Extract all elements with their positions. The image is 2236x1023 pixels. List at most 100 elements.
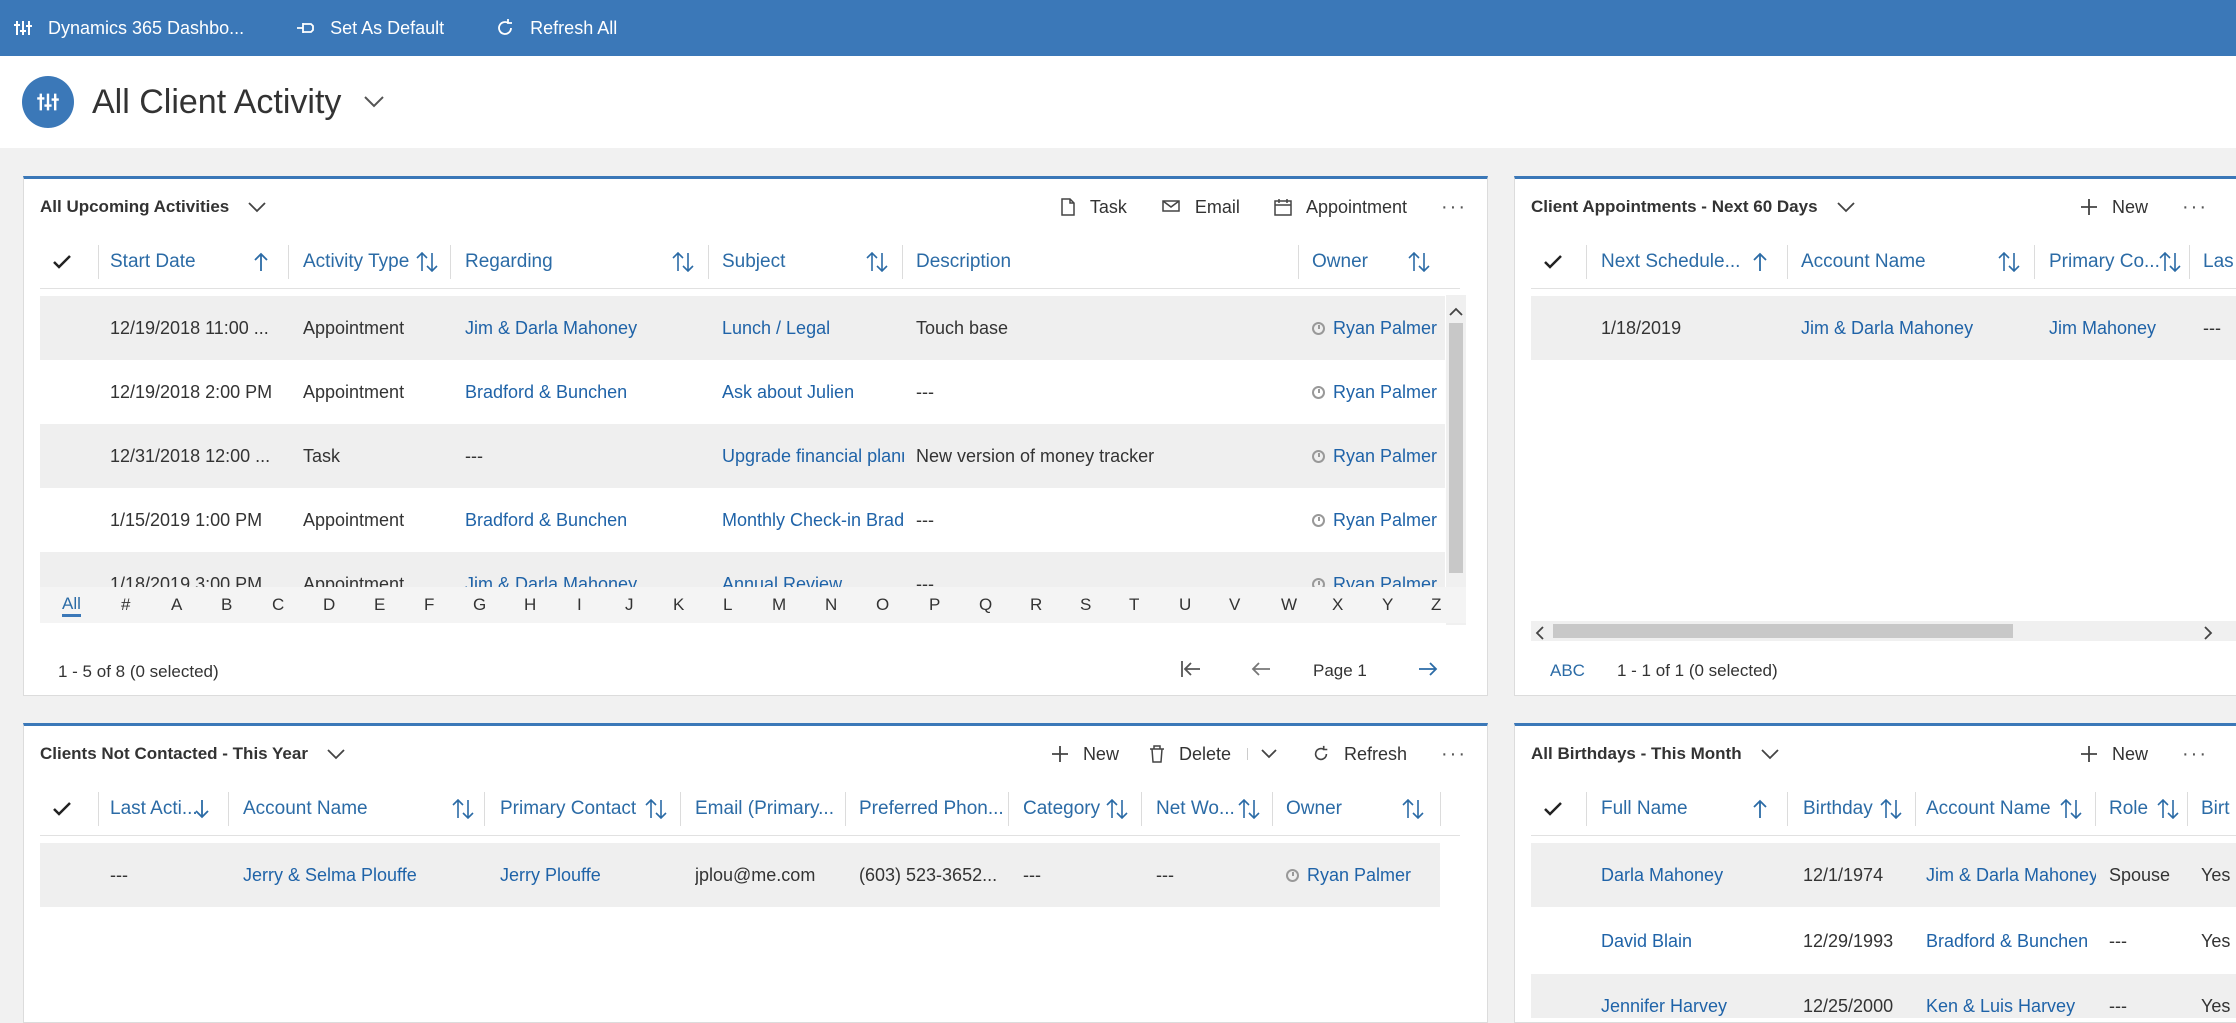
account-link[interactable]: Ken & Luis Harvey	[1926, 974, 2096, 1018]
sort-icon[interactable]	[1998, 235, 2020, 289]
col-primary-contact[interactable]: Primary Co...	[2049, 235, 2160, 289]
view-selector-chevron-icon[interactable]	[326, 748, 346, 760]
alpha-letter[interactable]: R	[1030, 595, 1042, 615]
select-all-check-icon[interactable]	[52, 782, 72, 836]
col-category[interactable]: Category	[1023, 782, 1100, 836]
alpha-letter[interactable]: C	[272, 595, 284, 615]
alpha-letter[interactable]: F	[424, 595, 434, 615]
sort-icon[interactable]	[416, 235, 438, 289]
subject-link[interactable]: Annual Review	[722, 552, 902, 589]
col-net-worth[interactable]: Net Wo...	[1156, 782, 1235, 836]
regarding-link[interactable]: Jim & Darla Mahoney	[465, 552, 637, 589]
alpha-letter[interactable]: N	[825, 595, 837, 615]
contact-link[interactable]: Darla Mahoney	[1601, 843, 1723, 907]
col-regarding[interactable]: Regarding	[465, 235, 553, 289]
sort-icon[interactable]	[1880, 782, 1902, 836]
new-email-button[interactable]: Email	[1161, 197, 1240, 218]
new-button[interactable]: New	[2080, 197, 2148, 218]
delete-options-chevron-icon[interactable]	[1246, 748, 1278, 760]
alpha-letter[interactable]: Z	[1431, 595, 1441, 615]
more-commands-icon[interactable]: ···	[1441, 196, 1467, 219]
view-selector-chevron-icon[interactable]	[1836, 201, 1856, 213]
alpha-letter[interactable]: P	[929, 595, 940, 615]
col-account-name[interactable]: Account Name	[243, 782, 368, 836]
delete-button[interactable]: Delete	[1149, 744, 1231, 765]
regarding-link[interactable]: Bradford & Bunchen	[465, 360, 627, 424]
alpha-letter[interactable]: M	[772, 595, 786, 615]
alpha-letter[interactable]: U	[1179, 595, 1191, 615]
table-row[interactable]: 1/18/2019 Jim & Darla Mahoney Jim Mahone…	[1531, 296, 2236, 360]
table-row[interactable]: David Blain 12/29/1993 Bradford & Bunche…	[1531, 909, 2236, 973]
dashboard-selector[interactable]: Dynamics 365 Dashbo...	[12, 17, 244, 39]
select-all-check-icon[interactable]	[1543, 782, 1563, 836]
col-next-scheduled[interactable]: Next Schedule...	[1601, 235, 1740, 289]
alpha-letter[interactable]: X	[1332, 595, 1343, 615]
owner-link[interactable]: Ryan Palmer	[1312, 488, 1437, 552]
horizontal-scrollbar[interactable]	[1531, 621, 2236, 641]
sort-icon[interactable]	[866, 235, 888, 289]
table-row[interactable]: 1/15/2019 1:00 PM Appointment Bradford &…	[40, 488, 1445, 552]
alpha-all[interactable]: All	[62, 594, 81, 617]
account-link[interactable]: Jim & Darla Mahoney..	[1926, 843, 2096, 907]
col-email[interactable]: Email (Primary...	[695, 782, 834, 836]
col-activity-type[interactable]: Activity Type	[303, 235, 409, 289]
subject-link[interactable]: Monthly Check-in Bradf	[722, 488, 904, 552]
sort-icon[interactable]	[1402, 782, 1424, 836]
alpha-letter[interactable]: I	[577, 595, 582, 615]
table-row[interactable]: 12/19/2018 11:00 ... Appointment Jim & D…	[40, 296, 1445, 360]
owner-link[interactable]: Ryan Palmer	[1312, 424, 1437, 488]
sort-ascending-icon[interactable]	[1753, 782, 1767, 836]
alpha-letter[interactable]: V	[1229, 595, 1240, 615]
scroll-right-icon[interactable]	[2203, 624, 2213, 645]
table-row[interactable]: Jennifer Harvey 12/25/2000 Ken & Luis Ha…	[1531, 974, 2236, 1018]
table-row[interactable]: --- Jerry & Selma Plouffe Jerry Plouffe …	[40, 843, 1440, 907]
col-last[interactable]: Las	[2203, 235, 2234, 289]
scroll-thumb[interactable]	[1449, 323, 1463, 573]
alpha-letter[interactable]: T	[1129, 595, 1139, 615]
owner-link[interactable]: Ryan Palmer	[1312, 360, 1437, 424]
contact-link[interactable]: David Blain	[1601, 909, 1692, 973]
new-button[interactable]: New	[2080, 744, 2148, 765]
refresh-all-button[interactable]: Refresh All	[494, 17, 617, 39]
alpha-letter[interactable]: L	[723, 595, 732, 615]
more-commands-icon[interactable]: ···	[2182, 196, 2208, 219]
sort-icon[interactable]	[1238, 782, 1260, 836]
more-commands-icon[interactable]: ···	[2182, 743, 2208, 766]
new-task-button[interactable]: Task	[1060, 197, 1127, 218]
table-row[interactable]: Darla Mahoney 12/1/1974 Jim & Darla Maho…	[1531, 843, 2236, 907]
alpha-letter[interactable]: J	[625, 595, 634, 615]
alpha-letter[interactable]: S	[1080, 595, 1091, 615]
owner-link[interactable]: Ryan Palmer	[1312, 552, 1437, 588]
sort-icon[interactable]	[645, 782, 667, 836]
sort-ascending-icon[interactable]	[1753, 235, 1767, 289]
sort-icon[interactable]	[452, 782, 474, 836]
set-as-default-button[interactable]: Set As Default	[294, 17, 444, 39]
col-description[interactable]: Description	[916, 235, 1011, 289]
alpha-letter[interactable]: B	[221, 595, 232, 615]
owner-link[interactable]: Ryan Palmer	[1286, 843, 1411, 907]
sort-icon[interactable]	[672, 235, 694, 289]
refresh-button[interactable]: Refresh	[1312, 744, 1407, 765]
col-last-activity[interactable]: Last Acti...	[110, 782, 198, 836]
sort-icon[interactable]	[1106, 782, 1128, 836]
subject-link[interactable]: Lunch / Legal	[722, 296, 902, 360]
col-role[interactable]: Role	[2109, 782, 2148, 836]
col-birthday[interactable]: Birthday	[1803, 782, 1873, 836]
scroll-thumb[interactable]	[1553, 624, 2013, 638]
chevron-down-icon[interactable]	[363, 95, 385, 109]
contact-link[interactable]: Jerry Plouffe	[500, 843, 601, 907]
scroll-up-icon[interactable]	[1449, 301, 1463, 322]
subject-link[interactable]: Ask about Julien	[722, 360, 902, 424]
alpha-letter[interactable]: G	[473, 595, 486, 615]
alpha-letter[interactable]: Y	[1382, 595, 1393, 615]
alpha-letter[interactable]: A	[171, 595, 182, 615]
alpha-letter[interactable]: #	[121, 595, 130, 615]
account-link[interactable]: Bradford & Bunchen	[1926, 909, 2096, 973]
alpha-letter[interactable]: Q	[979, 595, 992, 615]
first-page-icon[interactable]	[1180, 659, 1202, 684]
owner-link[interactable]: Ryan Palmer	[1312, 296, 1437, 360]
sort-icon[interactable]	[1408, 235, 1430, 289]
table-row[interactable]: 12/31/2018 12:00 ... Task --- Upgrade fi…	[40, 424, 1445, 488]
account-link[interactable]: Jim & Darla Mahoney	[1801, 296, 1973, 360]
contact-link[interactable]: Jim Mahoney	[2049, 296, 2156, 360]
